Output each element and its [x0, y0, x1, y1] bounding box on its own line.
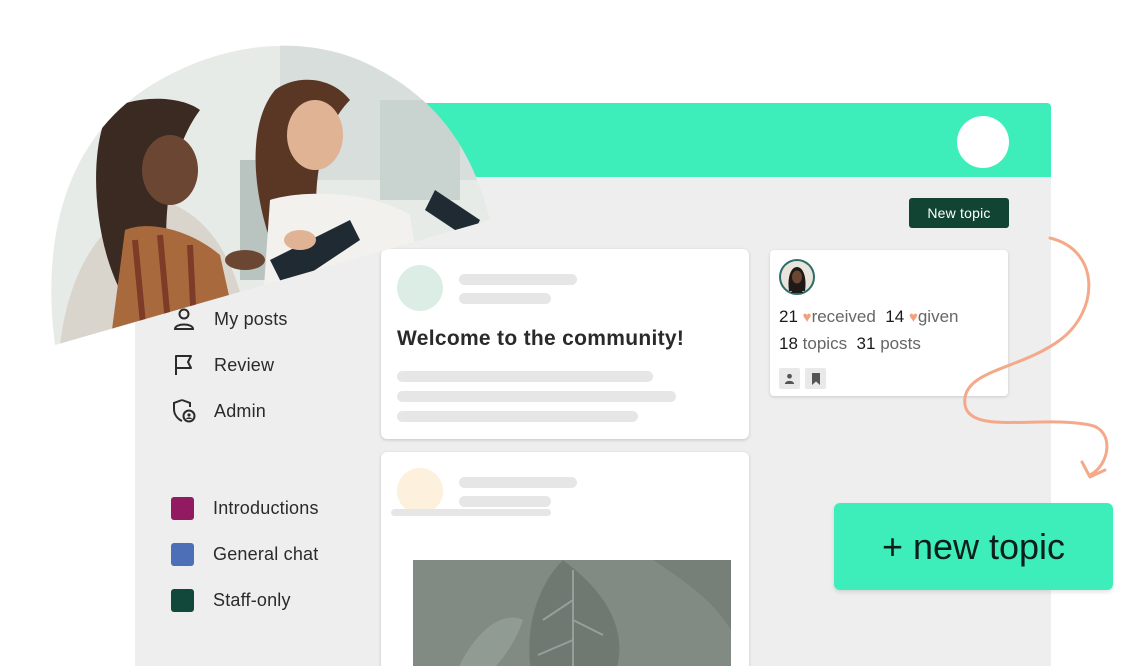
new-topic-button[interactable]: New topic: [909, 198, 1009, 228]
topics-label: topics: [802, 334, 848, 353]
post-image: [413, 560, 731, 666]
bookmark-button[interactable]: [805, 368, 826, 389]
sidebar-item-admin[interactable]: Admin: [171, 397, 266, 425]
category-label: General chat: [213, 543, 319, 564]
flag-icon: [171, 352, 197, 378]
category-color-swatch: [171, 588, 194, 612]
profile-avatar[interactable]: [779, 259, 815, 295]
shield-icon: [171, 398, 197, 424]
category-label: Staff-only: [213, 589, 291, 610]
post-avatar: [397, 468, 443, 514]
skeleton-line: [397, 371, 653, 382]
post-card[interactable]: [381, 452, 749, 666]
skeleton-line: [391, 509, 551, 516]
category-staff-only[interactable]: Staff-only: [171, 586, 291, 614]
activity-stats: 18 topics 31 posts: [779, 334, 921, 354]
given-count: 14: [885, 307, 905, 326]
sidebar-item-label: Admin: [214, 400, 267, 421]
heart-icon: ♥: [908, 309, 918, 326]
heart-icon: ♥: [802, 309, 812, 326]
posts-count: 31: [856, 334, 876, 353]
user-avatar[interactable]: [957, 116, 1009, 168]
category-label: Introductions: [213, 497, 319, 518]
category-color-swatch: [171, 496, 194, 520]
posts-label: posts: [880, 334, 921, 353]
hero-photo: [50, 40, 490, 345]
sidebar-item-label: Review: [214, 354, 275, 375]
skeleton-line: [397, 391, 676, 402]
sidebar-item-review[interactable]: Review: [171, 351, 274, 379]
category-general-chat[interactable]: General chat: [171, 540, 318, 568]
received-count: 21: [779, 307, 798, 326]
skeleton-line: [459, 477, 577, 488]
user-icon: [784, 373, 795, 384]
new-topic-cta-button[interactable]: + new topic: [834, 503, 1113, 590]
likes-stats: 21 ♥received 14 ♥given: [779, 307, 958, 327]
profile-button[interactable]: [779, 368, 800, 389]
skeleton-line: [459, 496, 551, 507]
bookmark-icon: [811, 372, 821, 385]
curved-arrow-icon: [963, 236, 1109, 479]
skeleton-line: [397, 411, 638, 422]
topics-count: 18: [779, 334, 798, 353]
category-color-swatch: [171, 542, 194, 566]
category-introductions[interactable]: Introductions: [171, 494, 319, 522]
received-label: received: [811, 307, 876, 326]
